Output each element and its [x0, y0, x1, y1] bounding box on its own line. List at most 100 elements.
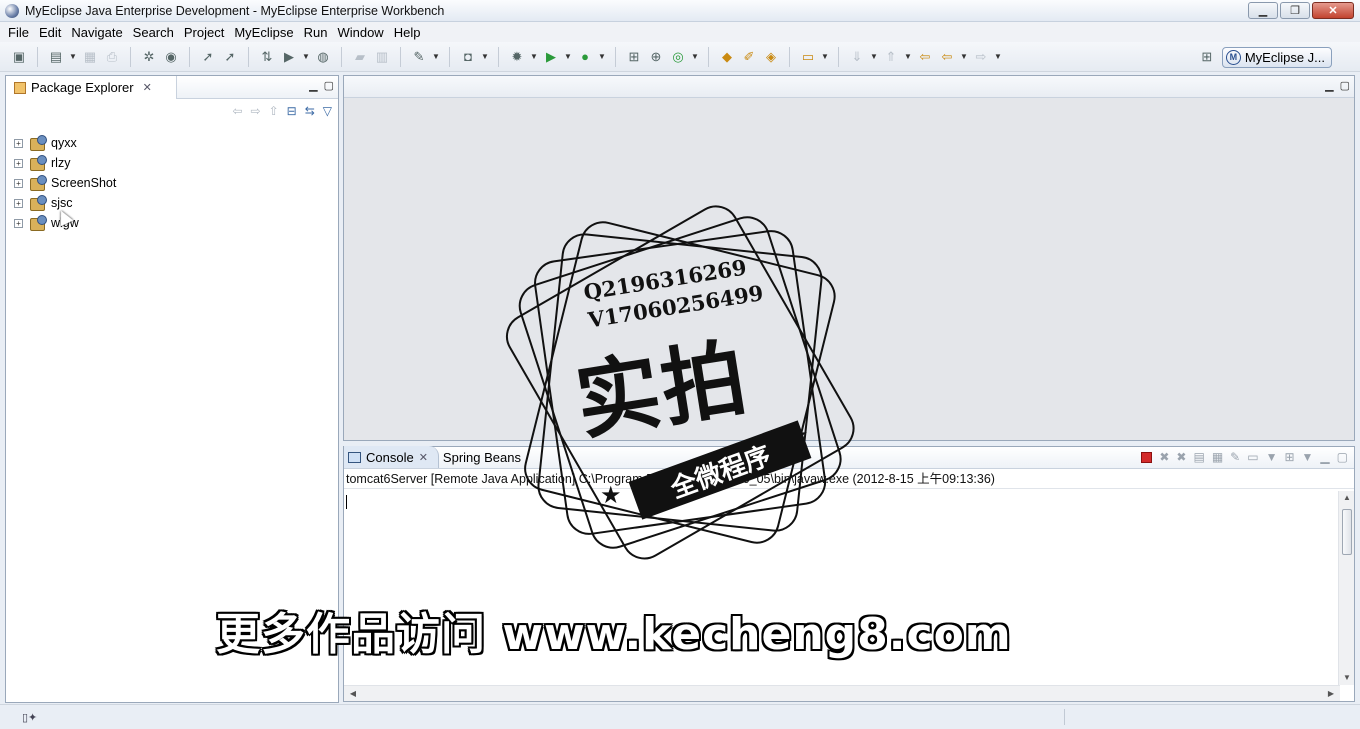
wizard-icon[interactable]: ✎	[410, 48, 428, 66]
open-icon[interactable]: ▰	[351, 48, 369, 66]
chevron-down-icon[interactable]: ▼	[481, 52, 489, 61]
deploy-icon[interactable]: ➚	[199, 48, 217, 66]
project-name: rlzy	[51, 156, 71, 170]
expand-icon[interactable]: +	[14, 178, 23, 188]
back-icon[interactable]: ⇦	[938, 48, 956, 66]
close-icon[interactable]: ✕	[419, 451, 428, 464]
browser-icon[interactable]: ◍	[314, 48, 332, 66]
external-tools-icon[interactable]: ●	[576, 48, 594, 66]
expand-icon[interactable]: +	[14, 138, 23, 148]
chevron-down-icon[interactable]: ▼	[994, 52, 1002, 61]
chevron-down-icon[interactable]: ▼	[960, 52, 968, 61]
menu-myeclipse[interactable]: MyEclipse	[229, 25, 298, 40]
new-server-icon[interactable]: ⇅	[258, 48, 276, 66]
remove-launch-icon[interactable]: ✖	[1159, 450, 1169, 464]
camera-icon[interactable]: ◘	[459, 48, 477, 66]
scrollbar-thumb[interactable]	[1342, 509, 1352, 555]
tab-console[interactable]: Console ✕	[344, 446, 439, 468]
expand-icon[interactable]: +	[14, 218, 23, 228]
save-icon[interactable]: ▦	[81, 48, 99, 66]
chevron-down-icon[interactable]: ▼	[1266, 450, 1278, 464]
open-type-icon[interactable]: ▣	[10, 48, 28, 66]
chevron-down-icon[interactable]: ▼	[564, 52, 572, 61]
menu-project[interactable]: Project	[179, 25, 229, 40]
minimize-view-icon[interactable]: ▁	[309, 79, 317, 92]
run-server-icon[interactable]: ▶	[280, 48, 298, 66]
menu-run[interactable]: Run	[299, 25, 333, 40]
forward-icon[interactable]: ⇨	[972, 48, 990, 66]
menu-edit[interactable]: Edit	[34, 25, 66, 40]
pin-console-icon[interactable]: ✎	[1230, 450, 1240, 464]
debug-config-icon[interactable]: ✲	[140, 48, 158, 66]
maximize-view-icon[interactable]: ▢	[324, 79, 334, 92]
chevron-down-icon[interactable]: ▼	[432, 52, 440, 61]
display-selected-console-icon[interactable]: ▭	[1247, 450, 1258, 464]
report-icon[interactable]: ▥	[373, 48, 391, 66]
server-icon[interactable]: ◉	[162, 48, 180, 66]
chevron-down-icon[interactable]: ▼	[530, 52, 538, 61]
chevron-down-icon[interactable]: ▼	[870, 52, 878, 61]
chevron-down-icon[interactable]: ▼	[904, 52, 912, 61]
open-task-icon[interactable]: ✐	[740, 48, 758, 66]
back-icon[interactable]: ⇦	[232, 104, 242, 118]
search-icon[interactable]: ◈	[762, 48, 780, 66]
chevron-down-icon[interactable]: ▼	[821, 52, 829, 61]
collapse-all-icon[interactable]: ⊟	[287, 104, 297, 118]
forward-icon[interactable]: ⇨	[251, 104, 261, 118]
maximize-view-icon[interactable]: ▢	[1337, 450, 1348, 464]
view-menu-chevron-down-icon[interactable]: ▽	[323, 104, 332, 118]
tab-package-explorer[interactable]: Package Explorer ✕	[6, 76, 177, 99]
menu-help[interactable]: Help	[389, 25, 426, 40]
close-button[interactable]: ✕	[1312, 2, 1354, 19]
tree-row-qyxx[interactable]: + qyxx	[14, 133, 338, 153]
chevron-down-icon[interactable]: ▼	[302, 52, 310, 61]
tree-row-screenshot[interactable]: + ScreenShot	[14, 173, 338, 193]
new-java-project-icon[interactable]: ⊞	[625, 48, 643, 66]
menu-file[interactable]: File	[3, 25, 34, 40]
link-with-editor-icon[interactable]: ⇆	[305, 104, 315, 118]
chevron-down-icon[interactable]: ▼	[1302, 450, 1314, 464]
scroll-down-icon[interactable]: ▼	[1339, 671, 1355, 685]
expand-icon[interactable]: +	[14, 198, 23, 208]
previous-annotation-icon[interactable]: ⇑	[882, 48, 900, 66]
new-package-icon[interactable]: ⊕	[647, 48, 665, 66]
scroll-left-icon[interactable]: ◀	[346, 686, 360, 702]
open-type-hierarchy-icon[interactable]: ◆	[718, 48, 736, 66]
print-icon[interactable]: ⎙	[103, 48, 121, 66]
restore-button[interactable]: ❐	[1280, 2, 1310, 19]
expand-icon[interactable]: +	[14, 158, 23, 168]
close-icon[interactable]: ✕	[143, 81, 152, 94]
folder-icon[interactable]: ▭	[799, 48, 817, 66]
menu-search[interactable]: Search	[128, 25, 179, 40]
open-perspective-icon[interactable]: ⊞	[1198, 48, 1216, 66]
menu-window[interactable]: Window	[332, 25, 388, 40]
maximize-view-icon[interactable]: ▢	[1340, 79, 1350, 92]
menu-navigate[interactable]: Navigate	[66, 25, 127, 40]
minimize-view-icon[interactable]: ▁	[1325, 79, 1333, 92]
terminate-icon[interactable]	[1141, 451, 1153, 463]
perspective-myeclipse-button[interactable]: M MyEclipse J...	[1221, 46, 1332, 68]
up-icon[interactable]: ⇧	[269, 104, 279, 118]
run-icon[interactable]: ▶	[542, 48, 560, 66]
scroll-right-icon[interactable]: ▶	[1324, 686, 1338, 702]
remove-all-terminated-icon[interactable]: ✖	[1176, 450, 1186, 464]
scroll-lock-icon[interactable]: ▦	[1212, 450, 1223, 464]
new-class-icon[interactable]: ◎	[669, 48, 687, 66]
new-icon[interactable]: ▤	[47, 48, 65, 66]
minimize-button[interactable]: ▁	[1248, 2, 1278, 19]
chevron-down-icon[interactable]: ▼	[69, 52, 77, 61]
vertical-scrollbar[interactable]: ▲ ▼	[1338, 491, 1354, 685]
open-console-icon[interactable]: ⊞	[1284, 450, 1294, 464]
last-edit-icon[interactable]: ⇦	[916, 48, 934, 66]
debug-icon[interactable]: ✹	[508, 48, 526, 66]
clear-console-icon[interactable]: ▤	[1193, 450, 1204, 464]
chevron-down-icon[interactable]: ▼	[691, 52, 699, 61]
minimize-view-icon[interactable]: ▁	[1320, 450, 1329, 464]
horizontal-scrollbar[interactable]: ◀ ▶	[344, 685, 1340, 701]
scroll-up-icon[interactable]: ▲	[1339, 491, 1355, 505]
next-annotation-icon[interactable]: ⇓	[848, 48, 866, 66]
chevron-down-icon[interactable]: ▼	[598, 52, 606, 61]
fast-view-icon[interactable]: ▯✦	[22, 711, 37, 724]
manage-deploy-icon[interactable]: ➚	[221, 48, 239, 66]
tree-row-rlzy[interactable]: + rlzy	[14, 153, 338, 173]
